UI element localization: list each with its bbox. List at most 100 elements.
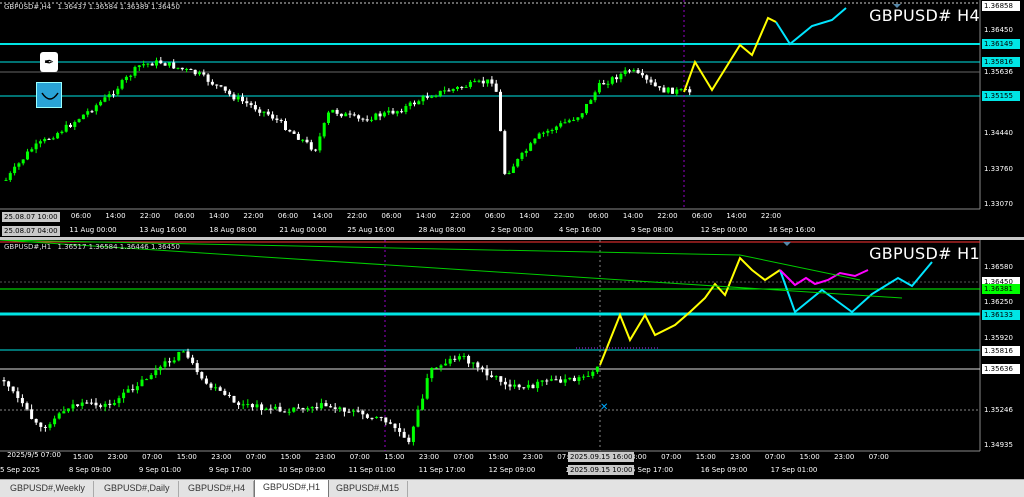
candle-body	[94, 402, 98, 406]
date-tick-label: 8 Sep 09:00	[68, 466, 112, 474]
candle-body	[180, 67, 184, 70]
h4-symbol: GBPUSD#,H4	[4, 3, 52, 11]
candle-body	[460, 86, 464, 88]
chart-h1[interactable]: ✕ GBPUSD#,H1 1.36517 1.36584 1.36446 1.3…	[0, 240, 1024, 479]
candle-body	[237, 402, 241, 405]
candle-body	[195, 363, 199, 373]
candle-body	[142, 64, 146, 66]
chart-h4[interactable]: GBPUSD#,H4 1.36437 1.36584 1.36389 1.364…	[0, 0, 1024, 237]
candle-body	[339, 113, 343, 117]
candle-body	[7, 381, 11, 387]
candle-body	[278, 406, 282, 412]
candle-body	[379, 416, 383, 418]
candle-body	[572, 377, 576, 382]
candle-body	[112, 403, 116, 405]
candle-body	[348, 113, 352, 115]
candle-body	[370, 417, 374, 419]
candle-body	[219, 85, 223, 87]
date-tick-label: 18 Aug 08:00	[209, 226, 257, 234]
time-tick-label: 15:00	[695, 453, 716, 461]
candle-body	[473, 81, 477, 83]
price-label: 1.35816	[982, 346, 1020, 356]
candle-body	[85, 402, 89, 404]
candle-body	[249, 103, 253, 106]
chart-tab[interactable]: GBPUSD#,H1	[254, 480, 330, 497]
candle-body	[462, 355, 466, 357]
candle-body	[163, 63, 167, 66]
candle-body	[181, 351, 185, 353]
candle-body	[430, 367, 434, 379]
candle-body	[421, 398, 425, 410]
candle-body	[4, 179, 8, 181]
h4-plot[interactable]	[0, 0, 1024, 237]
candle-body	[135, 386, 139, 391]
chart-tab[interactable]: GBPUSD#,H4	[180, 481, 255, 497]
candle-body	[361, 410, 365, 415]
candle-body	[218, 387, 222, 391]
candle-body	[417, 101, 421, 105]
candle-body	[453, 358, 457, 360]
candle-body	[124, 76, 128, 81]
candle-body	[158, 366, 162, 371]
candle-body	[430, 96, 434, 98]
h1-plot[interactable]: ✕	[0, 240, 1024, 479]
candle-body	[64, 124, 68, 132]
candle-body	[77, 119, 81, 123]
candle-body	[51, 138, 55, 140]
pen-icon[interactable]: ✒	[40, 52, 58, 72]
candle-body	[494, 376, 498, 378]
h1-cursor-time-bottom: 2025.09.15 10:00	[568, 465, 635, 475]
date-tick-label: 9 Sep 08:00	[630, 226, 674, 234]
candle-body	[503, 131, 507, 174]
chart-tab[interactable]: GBPUSD#,M15	[328, 481, 409, 497]
price-label: 1.33070	[984, 200, 1013, 208]
candle-body	[333, 407, 337, 409]
candle-body	[421, 96, 425, 102]
candle-body	[615, 77, 619, 80]
candle-body	[189, 69, 193, 71]
candle-body	[485, 368, 489, 376]
candle-body	[451, 88, 455, 91]
date-tick-label: 9 Sep 01:00	[138, 466, 182, 474]
candle-body	[335, 109, 339, 114]
chart-tab[interactable]: GBPUSD#,Daily	[96, 481, 179, 497]
candle-body	[352, 114, 356, 116]
candle-body	[131, 389, 135, 391]
candle-body	[198, 72, 201, 75]
candle-body	[411, 426, 415, 443]
candle-body	[517, 384, 521, 388]
candle-body	[43, 426, 47, 428]
candle-body	[314, 149, 318, 151]
candle-body	[471, 362, 475, 364]
candle-body	[292, 131, 296, 134]
candle-body	[310, 407, 314, 409]
candle-body	[163, 361, 167, 367]
candle-body	[404, 106, 408, 112]
time-tick-label: 07:00	[453, 453, 474, 461]
candle-body	[129, 75, 133, 77]
candle-body	[457, 356, 461, 360]
date-tick-label: 10 Sep 09:00	[278, 466, 326, 474]
candle-body	[602, 83, 606, 85]
candle-body	[43, 138, 47, 142]
candle-body	[653, 82, 657, 87]
date-tick-label: 2 Sep 00:00	[490, 226, 534, 234]
candle-body	[494, 83, 498, 92]
candle-body	[236, 96, 240, 100]
candle-body	[516, 158, 520, 167]
chart-tab[interactable]: GBPUSD#,Weekly	[2, 481, 94, 497]
candle-body	[305, 139, 309, 143]
price-label: 1.36580	[984, 263, 1013, 271]
candle-body	[623, 70, 627, 75]
smile-icon[interactable]	[36, 82, 62, 108]
candle-body	[550, 129, 554, 131]
price-label: 1.35636	[982, 364, 1020, 374]
candle-body	[210, 81, 214, 85]
candle-body	[133, 67, 137, 76]
time-tick-label: 14:00	[312, 212, 333, 220]
date-tick-label: 12 Sep 00:00	[700, 226, 748, 234]
candle-body	[577, 377, 581, 382]
time-tick-label: 22:00	[450, 212, 471, 220]
shift-marker	[783, 242, 791, 246]
candle-body	[245, 101, 249, 104]
